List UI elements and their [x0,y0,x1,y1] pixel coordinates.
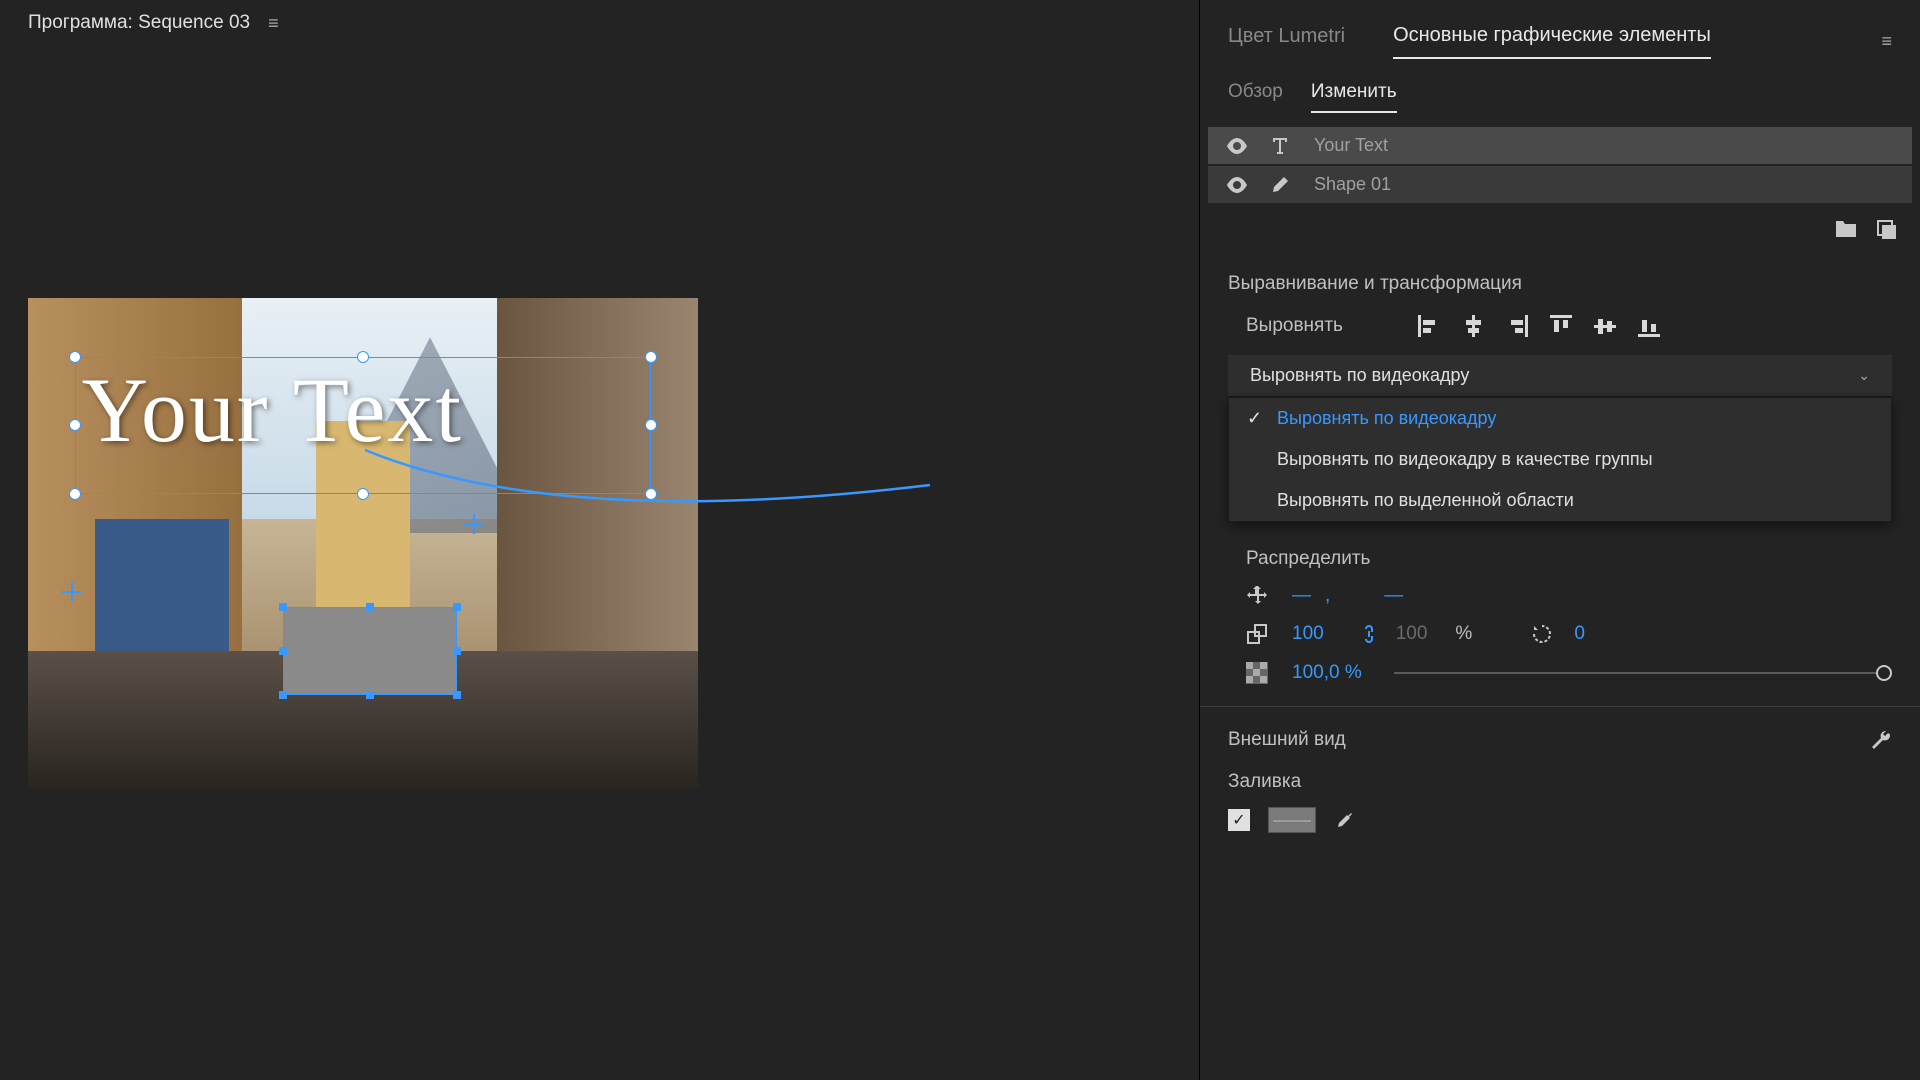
resize-handle[interactable] [279,603,287,611]
align-label: Выровнять [1246,315,1376,337]
tab-lumetri[interactable]: Цвет Lumetri [1228,25,1345,58]
panel-menu-icon[interactable]: ≡ [1881,31,1892,52]
anchor-point-icon[interactable] [464,514,484,534]
position-y[interactable]: — [1384,585,1403,607]
position-icon [1246,584,1272,608]
align-buttons [1416,313,1662,339]
section-title: Внешний вид [1228,729,1346,751]
align-top-icon[interactable] [1548,313,1574,339]
preview-area: Your Text [0,46,1199,1080]
rotation-value[interactable]: 0 [1574,623,1585,645]
chevron-down-icon: ⌄ [1858,367,1870,384]
align-transform-section: Выравнивание и трансформация Выровнять В… [1200,255,1920,530]
resize-handle[interactable] [366,603,374,611]
fill-row: ✓ [1228,807,1892,833]
resize-handle[interactable] [453,691,461,699]
layer-row[interactable]: Your Text [1208,127,1912,164]
text-icon [1270,136,1292,156]
eyedropper-icon[interactable] [1334,810,1354,830]
distribute-label: Распределить [1200,530,1920,570]
panel-menu-icon[interactable]: ≡ [268,13,279,34]
program-monitor-panel: Программа: Sequence 03 ≡ Your Text [0,0,1200,1080]
pen-icon [1270,175,1292,195]
resize-handle[interactable] [279,691,287,699]
video-preview[interactable]: Your Text [28,298,698,788]
link-icon[interactable] [1362,623,1376,645]
tab-edit[interactable]: Изменить [1311,81,1397,113]
scale-x[interactable]: 100 [1292,623,1324,645]
resize-handle[interactable] [366,691,374,699]
fill-label: Заливка [1228,771,1892,793]
dropdown-label: Выровнять по видеокадру [1250,365,1469,386]
align-hcenter-icon[interactable] [1460,313,1486,339]
align-left-icon[interactable] [1416,313,1442,339]
appearance-section: Внешний вид [1200,721,1920,759]
separator: , [1325,585,1330,607]
divider [1200,706,1920,707]
dropdown-option[interactable]: Выровнять по выделенной области [1229,480,1891,521]
opacity-icon [1246,662,1272,684]
rotation-icon [1530,622,1554,646]
layer-name: Your Text [1314,135,1388,156]
anchor-point-icon[interactable] [62,582,82,602]
resize-handle[interactable] [279,647,287,655]
layer-name: Shape 01 [1314,174,1391,195]
align-row: Выровнять [1228,313,1892,339]
fill-section: Заливка ✓ [1200,759,1920,845]
layer-actions [1200,205,1920,255]
opacity-slider[interactable] [1394,672,1892,674]
shape-layer-preview[interactable] [283,607,457,695]
visibility-icon[interactable] [1226,177,1248,193]
position-row: — , — [1200,570,1920,608]
resize-handle[interactable] [453,603,461,611]
dropdown-menu: Выровнять по видеокадру Выровнять по вид… [1228,397,1892,522]
align-bottom-icon[interactable] [1636,313,1662,339]
opacity-value[interactable]: 100,0 % [1292,662,1362,684]
program-header: Программа: Sequence 03 ≡ [0,0,1199,46]
resize-handle[interactable] [453,647,461,655]
panel-tabs: Цвет Lumetri Основные графические элемен… [1200,0,1920,59]
tab-overview[interactable]: Обзор [1228,81,1283,113]
tab-graphics[interactable]: Основные графические элементы [1393,24,1711,59]
dropdown-option[interactable]: Выровнять по видеокадру в качестве групп… [1229,439,1891,480]
layers-list: Your Text Shape 01 [1200,113,1920,205]
visibility-icon[interactable] [1226,138,1248,154]
dropdown-selected[interactable]: Выровнять по видеокадру ⌄ [1228,355,1892,397]
scale-row: 100 100 % 0 [1200,608,1920,646]
dropdown-option[interactable]: Выровнять по видеокадру [1229,398,1891,439]
scale-y[interactable]: 100 [1396,623,1428,645]
section-title: Выравнивание и трансформация [1228,273,1892,295]
align-vcenter-icon[interactable] [1592,313,1618,339]
new-layer-icon[interactable] [1876,219,1898,241]
wrench-icon[interactable] [1870,729,1892,751]
align-right-icon[interactable] [1504,313,1530,339]
folder-icon[interactable] [1834,219,1858,241]
opacity-row: 100,0 % [1200,646,1920,692]
sub-tabs: Обзор Изменить [1200,59,1920,113]
essential-graphics-panel: Цвет Lumetri Основные графические элемен… [1200,0,1920,1080]
program-title: Программа: Sequence 03 [28,12,250,34]
fill-swatch[interactable] [1268,807,1316,833]
percent-label: % [1455,623,1472,645]
align-to-dropdown: Выровнять по видеокадру ⌄ Выровнять по в… [1228,355,1892,522]
text-layer-preview[interactable]: Your Text [82,357,463,463]
position-x[interactable]: — [1292,585,1311,607]
slider-thumb[interactable] [1876,665,1892,681]
fill-checkbox[interactable]: ✓ [1228,809,1250,831]
layer-row[interactable]: Shape 01 [1208,166,1912,203]
scale-icon [1246,623,1272,645]
